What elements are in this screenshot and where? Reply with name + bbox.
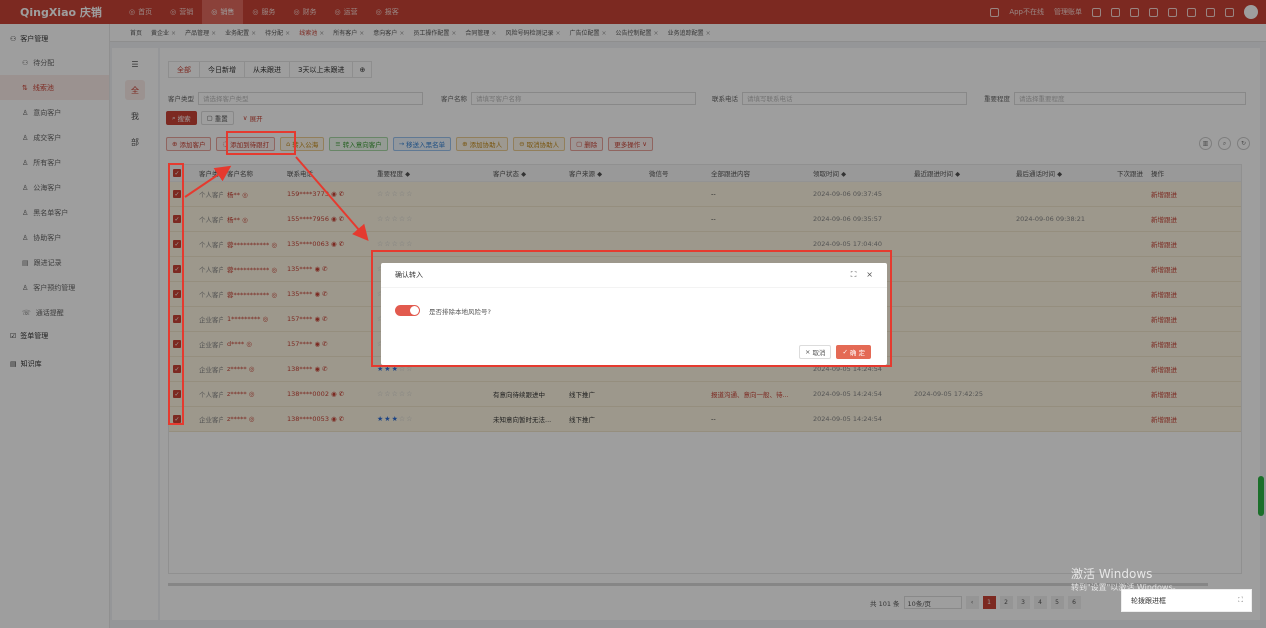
arrow-to-dialog <box>295 156 369 242</box>
floating-dialer[interactable]: 轮拨跟进框 ⛶ <box>1121 589 1252 612</box>
watermark-line1: 激活 Windows <box>1071 567 1153 581</box>
annotation-arrows <box>184 156 369 242</box>
floating-dialer-label: 轮拨跟进框 <box>1131 596 1166 605</box>
arrow-to-button <box>184 165 232 198</box>
expand-icon[interactable]: ⛶ <box>1238 596 1251 605</box>
